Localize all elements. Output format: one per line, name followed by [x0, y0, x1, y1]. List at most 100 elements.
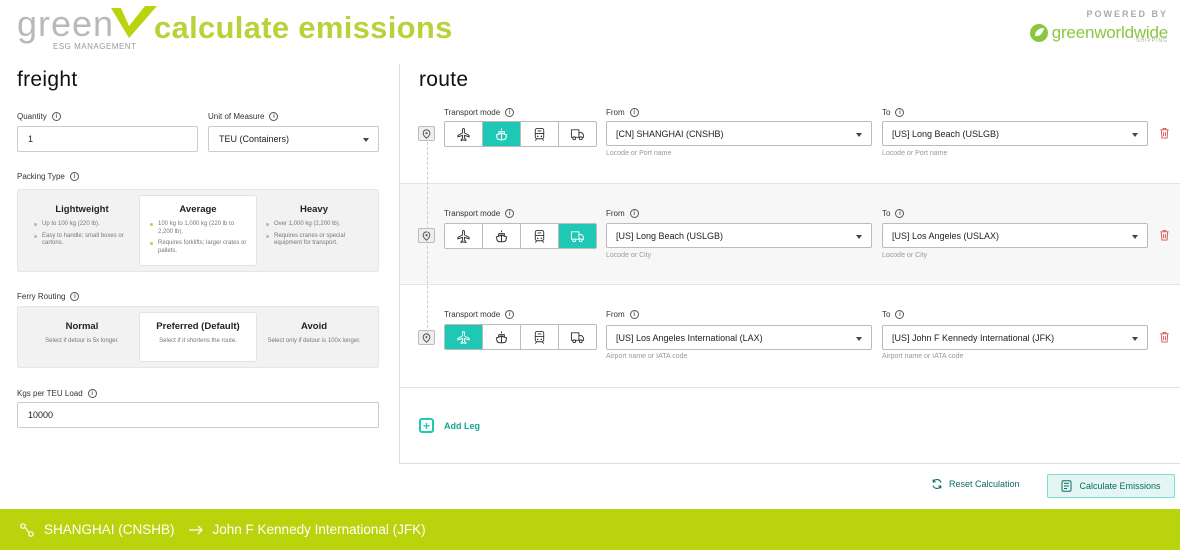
mode-rail-button[interactable]: [521, 122, 559, 146]
info-icon[interactable]: i: [51, 112, 61, 121]
plane-icon: [457, 127, 470, 141]
info-icon[interactable]: i: [70, 292, 80, 301]
mode-air-button[interactable]: [445, 224, 483, 248]
add-leg-label: Add Leg: [444, 420, 480, 431]
mode-air-button[interactable]: [445, 122, 483, 146]
page-title: calculate emissions: [154, 10, 453, 45]
to-value: [US] John F Kennedy International (JFK): [892, 332, 1055, 343]
route-summary-bar: SHANGHAI (CNSHB) John F Kennedy Internat…: [0, 509, 1180, 550]
chevron-down-icon: [856, 133, 862, 137]
packing-option-lightweight[interactable]: Lightweight Up to 100 kg (220 lb). Easy …: [24, 196, 140, 265]
to-hint: Airport name or IATA code: [882, 353, 964, 360]
mode-sea-button[interactable]: [483, 122, 521, 146]
truck-icon: [570, 331, 585, 343]
ferry-option-preferred[interactable]: Preferred (Default) Select if it shorten…: [140, 313, 256, 361]
unit-label-text: Unit of Measure: [208, 112, 265, 121]
info-icon[interactable]: i: [629, 108, 639, 117]
app-header: green ESG MANAGEMENT calculate emissions…: [0, 0, 1180, 60]
logo-text: green: [17, 3, 115, 44]
option-bullets: 100 kg to 1,000 kg (220 lb to 2,200 lb).…: [148, 221, 248, 259]
info-icon[interactable]: i: [895, 108, 905, 117]
mode-sea-button[interactable]: [483, 224, 521, 248]
ferry-option-avoid[interactable]: Avoid Select only if detour is 100x long…: [256, 313, 372, 361]
to-select[interactable]: [US] Los Angeles (USLAX): [882, 223, 1148, 248]
mode-road-button[interactable]: [559, 325, 596, 349]
transport-mode-label: Transport mode i: [444, 310, 515, 319]
option-bullet: 100 kg to 1,000 kg (220 lb to 2,200 lb).: [148, 221, 248, 236]
mode-road-button[interactable]: [559, 224, 596, 248]
info-icon[interactable]: i: [629, 310, 639, 319]
mode-road-button[interactable]: [559, 122, 596, 146]
packing-option-average[interactable]: Average 100 kg to 1,000 kg (220 lb to 2,…: [140, 196, 256, 265]
option-title: Heavy: [300, 204, 328, 215]
unit-select[interactable]: TEU (Containers): [208, 126, 379, 152]
to-select[interactable]: [US] John F Kennedy International (JFK): [882, 325, 1148, 350]
chevron-down-icon: [856, 235, 862, 239]
ship-icon: [495, 330, 508, 343]
from-label: From i: [606, 310, 639, 319]
mode-sea-button[interactable]: [483, 325, 521, 349]
greenv-logo[interactable]: green ESG MANAGEMENT: [17, 3, 157, 52]
leg-divider: [400, 387, 1180, 388]
info-icon[interactable]: i: [505, 209, 515, 218]
from-hint: Locode or Port name: [606, 150, 672, 157]
plane-icon: [457, 229, 470, 243]
from-label: From i: [606, 209, 639, 218]
to-label: To i: [882, 209, 905, 218]
info-icon[interactable]: i: [269, 112, 279, 121]
calculator-icon: [1061, 480, 1072, 492]
ferry-routing-group: Normal Select if detour is 5x longer. Pr…: [17, 306, 379, 368]
info-icon[interactable]: i: [895, 209, 905, 218]
reset-calculation-button[interactable]: Reset Calculation: [931, 478, 1020, 490]
info-icon[interactable]: i: [629, 209, 639, 218]
mode-rail-button[interactable]: [521, 224, 559, 248]
ferry-label: Ferry Routing i: [17, 292, 80, 301]
from-select[interactable]: [US] Los Angeles International (LAX): [606, 325, 872, 350]
info-icon[interactable]: i: [895, 310, 905, 319]
packing-option-heavy[interactable]: Heavy Over 1,000 kg (2,200 lb). Requires…: [256, 196, 372, 265]
transport-mode-label-text: Transport mode: [444, 209, 501, 218]
quantity-label: Quantity i: [17, 112, 61, 121]
kgs-label: Kgs per TEU Load i: [17, 389, 97, 398]
from-value: [US] Long Beach (USLGB): [616, 230, 724, 241]
calculate-emissions-button[interactable]: Calculate Emissions: [1047, 474, 1175, 498]
reset-label: Reset Calculation: [949, 479, 1020, 489]
ferry-option-normal[interactable]: Normal Select if detour is 5x longer.: [24, 313, 140, 361]
option-bullets: Up to 100 kg (220 lb). Easy to handle; s…: [32, 221, 132, 252]
summary-origin: SHANGHAI (CNSHB): [44, 522, 175, 537]
add-leg-button[interactable]: + Add Leg: [419, 418, 480, 433]
from-hint: Airport name or IATA code: [606, 353, 688, 360]
kgs-value: 10000: [28, 410, 54, 420]
to-label-text: To: [882, 310, 891, 319]
train-icon: [534, 330, 545, 344]
chevron-down-icon: [1132, 337, 1138, 341]
info-icon[interactable]: i: [87, 389, 97, 398]
from-select[interactable]: [US] Long Beach (USLGB): [606, 223, 872, 248]
info-icon[interactable]: i: [69, 172, 79, 181]
powered-by-label: POWERED BY: [1086, 9, 1168, 19]
delete-leg-button[interactable]: [1158, 228, 1171, 242]
quantity-input[interactable]: 1: [17, 126, 198, 152]
transport-mode-selector: [444, 121, 597, 147]
kgs-label-text: Kgs per TEU Load: [17, 389, 83, 398]
option-bullet: Requires forklifts; larger crates or pal…: [148, 240, 248, 255]
truck-icon: [570, 230, 585, 242]
unit-label: Unit of Measure i: [208, 112, 279, 121]
summary-destination: John F Kennedy International (JFK): [212, 522, 426, 537]
transport-mode-selector: [444, 324, 597, 350]
from-label-text: From: [606, 209, 625, 218]
mode-rail-button[interactable]: [521, 325, 559, 349]
mode-air-button[interactable]: [445, 325, 483, 349]
info-icon[interactable]: i: [505, 310, 515, 319]
info-icon[interactable]: i: [505, 108, 515, 117]
to-select[interactable]: [US] Long Beach (USLGB): [882, 121, 1148, 146]
chevron-down-icon: [856, 337, 862, 341]
transport-mode-label: Transport mode i: [444, 108, 515, 117]
route-icon: [20, 522, 34, 537]
delete-leg-button[interactable]: [1158, 330, 1171, 344]
kgs-per-teu-input[interactable]: 10000: [17, 402, 379, 428]
option-desc: Select if detour is 5x longer.: [45, 338, 119, 344]
from-select[interactable]: [CN] SHANGHAI (CNSHB): [606, 121, 872, 146]
option-title: Average: [179, 204, 217, 215]
delete-leg-button[interactable]: [1158, 126, 1171, 140]
